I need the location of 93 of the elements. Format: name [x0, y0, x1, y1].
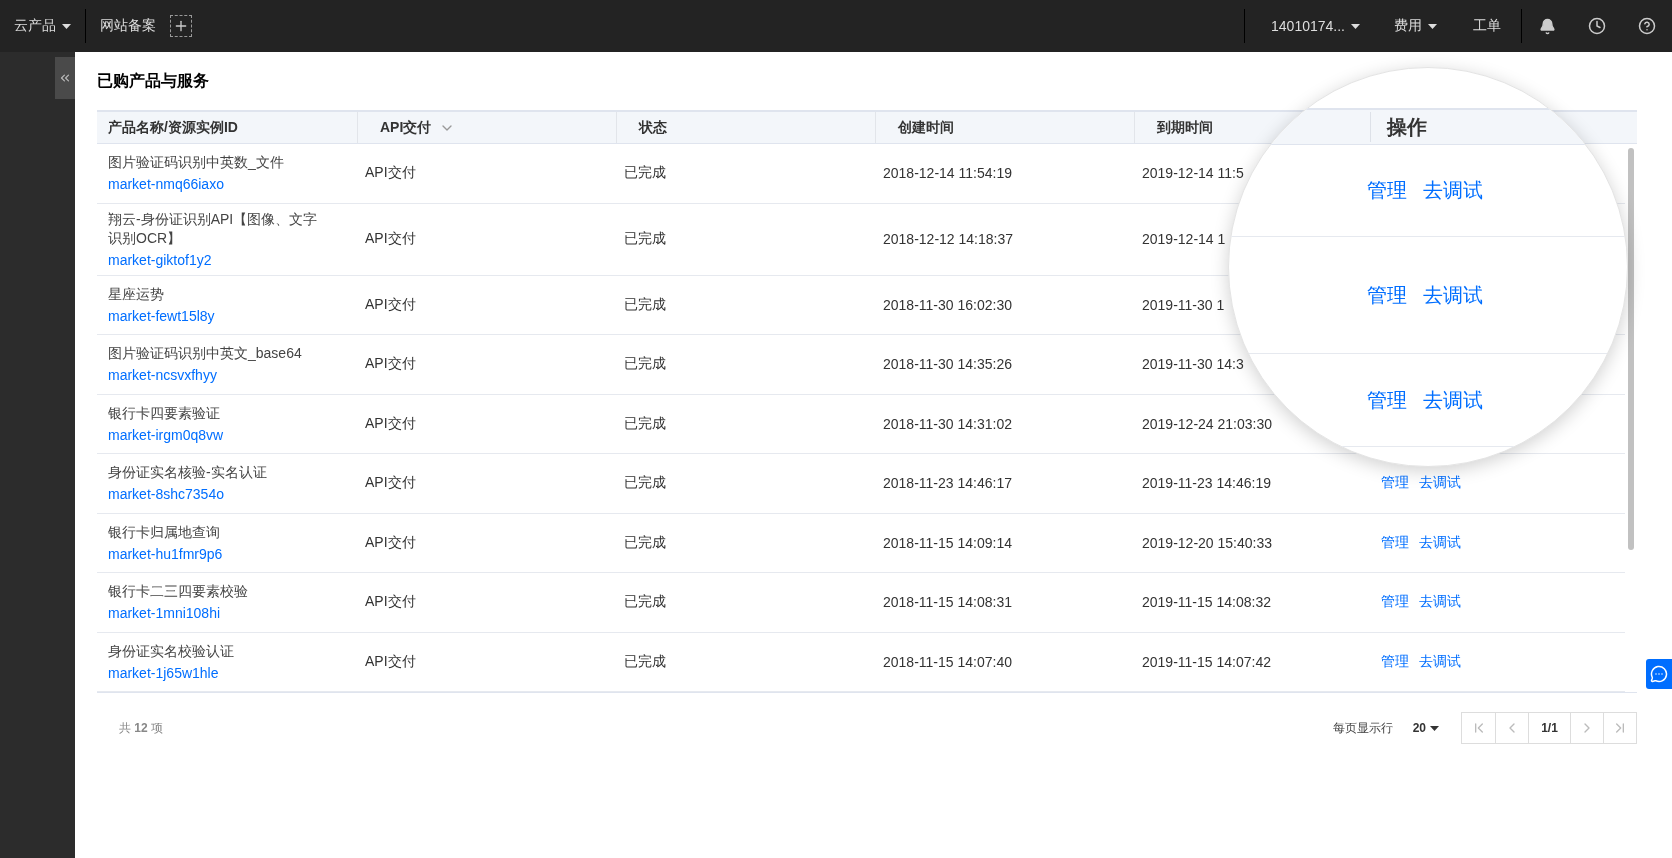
- caret-icon: [62, 23, 71, 29]
- status-cell-text: 已完成: [623, 295, 667, 314]
- page-title: 已购产品与服务: [97, 71, 210, 91]
- created-cell-text: 2018-11-15 14:09:14: [882, 534, 1013, 551]
- scrollbar-thumb[interactable]: [1628, 148, 1634, 550]
- delivery-cell-text: API交付: [364, 652, 417, 671]
- action-link[interactable]: 去调试: [1419, 593, 1461, 612]
- chat-button[interactable]: [1646, 659, 1672, 689]
- instance-id-link[interactable]: market-fewt15l8y: [108, 306, 346, 325]
- created-cell-text: 2018-11-15 14:07:40: [882, 653, 1013, 670]
- expiry-cell-text: 2019-12-14 11:5: [1141, 165, 1245, 182]
- action-link[interactable]: 管理: [1381, 593, 1409, 612]
- double-chevron-icon: [58, 71, 72, 85]
- status-cell-text: 已完成: [623, 230, 667, 248]
- created-cell-text: 2018-11-23 14:46:17: [882, 475, 1013, 492]
- page-size-select[interactable]: 20: [1412, 721, 1439, 735]
- instance-id-link[interactable]: market-nmq66iaxo: [108, 175, 346, 194]
- expiry-cell-text: 2019-11-30 14:3: [1141, 356, 1245, 373]
- status-cell-text: 已完成: [623, 414, 667, 433]
- total-count: 共 12 项: [118, 719, 165, 737]
- action-link[interactable]: 管理: [1367, 281, 1407, 309]
- chat-icon: [1650, 665, 1668, 683]
- status-cell-text: 已完成: [623, 593, 667, 612]
- action-link[interactable]: 去调试: [1423, 177, 1483, 204]
- column-header: 到期时间: [1157, 118, 1213, 137]
- add-icon[interactable]: [170, 15, 192, 37]
- expiry-cell-text: 2019-12-20 15:40:33: [1141, 534, 1273, 551]
- product-name: 星座运势: [108, 284, 165, 304]
- column-header: 创建时间: [898, 118, 954, 137]
- status-cell-text: 已完成: [623, 652, 667, 671]
- action-link[interactable]: 管理: [1367, 386, 1407, 414]
- product-name: 银行卡归属地查询: [108, 522, 221, 542]
- caret-icon: [1430, 725, 1439, 731]
- instance-id-link[interactable]: market-ncsvxfhyy: [108, 366, 346, 385]
- expiry-cell-text: 2019-11-30 1: [1141, 296, 1226, 313]
- action-link[interactable]: 管理: [1367, 177, 1407, 204]
- action-link[interactable]: 去调试: [1419, 652, 1461, 671]
- created-cell-text: 2018-11-30 16:02:30: [882, 296, 1013, 313]
- column-header: 状态: [639, 118, 667, 137]
- product-name: 银行卡二三四要素校验: [108, 582, 249, 602]
- delivery-cell-text: API交付: [364, 355, 417, 374]
- delivery-cell-text: API交付: [364, 164, 417, 183]
- status-cell-text: 已完成: [623, 533, 667, 552]
- expiry-cell-text: 2019-11-23 14:46:19: [1141, 475, 1272, 492]
- column-header: API交付: [380, 118, 432, 137]
- product-name: 翔云-身份证识别API【图像、文字识别OCR】: [108, 209, 319, 248]
- status-cell-text: 已完成: [623, 474, 667, 493]
- delivery-cell-text: API交付: [364, 474, 417, 493]
- product-name: 图片验证码识别中英数_文件: [108, 153, 285, 173]
- delivery-cell-text: API交付: [364, 295, 417, 314]
- account-menu[interactable]: 14010174...: [1245, 18, 1374, 34]
- column-header: 产品名称/资源实例ID: [108, 118, 238, 137]
- status-cell-text: 已完成: [623, 164, 667, 183]
- delivery-cell-text: API交付: [364, 414, 417, 433]
- caret-icon: [1351, 23, 1360, 29]
- instance-id-link[interactable]: market-8shc7354o: [108, 485, 346, 504]
- instance-id-link[interactable]: market-1mni108hi: [108, 604, 346, 623]
- instance-id-link[interactable]: market-irgm0q8vw: [108, 425, 346, 444]
- page-size-label: 每页显示行: [1332, 719, 1393, 737]
- collapse-button[interactable]: [55, 57, 75, 99]
- instance-id-link[interactable]: market-giktof1y2: [108, 250, 346, 269]
- created-cell-text: 2018-12-12 14:18:37: [882, 231, 1014, 247]
- expiry-cell-text: 2019-12-14 1: [1141, 231, 1227, 247]
- delivery-cell-text: API交付: [364, 230, 417, 248]
- action-link[interactable]: 去调试: [1419, 474, 1461, 493]
- instance-id-link[interactable]: market-1j65w1hle: [108, 663, 346, 682]
- column-header: 操作: [1387, 114, 1427, 140]
- product-name: 图片验证码识别中英文_base64: [108, 344, 303, 364]
- product-name: 银行卡四要素验证: [108, 403, 221, 423]
- action-link[interactable]: 去调试: [1423, 281, 1483, 309]
- expiry-cell-text: 2019-12-24 21:03:30: [1141, 415, 1273, 432]
- action-link[interactable]: 去调试: [1419, 533, 1461, 552]
- filing-link[interactable]: 网站备案: [86, 17, 170, 35]
- instance-id-link[interactable]: market-hu1fmr9p6: [108, 544, 346, 563]
- delivery-cell-text: API交付: [364, 533, 417, 552]
- action-link[interactable]: 管理: [1381, 533, 1409, 552]
- caret-icon: [1428, 23, 1437, 29]
- product-menu[interactable]: 云产品: [0, 17, 85, 35]
- action-link[interactable]: 管理: [1381, 652, 1409, 671]
- created-cell-text: 2018-12-14 11:54:19: [882, 165, 1013, 182]
- created-cell-text: 2018-11-15 14:08:31: [882, 594, 1013, 611]
- expiry-cell-text: 2019-11-15 14:08:32: [1141, 594, 1272, 611]
- tickets-link[interactable]: 工单: [1451, 17, 1521, 35]
- billing-menu[interactable]: 费用: [1374, 17, 1451, 35]
- action-link[interactable]: 去调试: [1423, 386, 1483, 414]
- product-name: 身份证实名校验认证: [108, 641, 235, 661]
- created-cell-text: 2018-11-30 14:35:26: [882, 356, 1013, 373]
- action-link[interactable]: 管理: [1381, 474, 1409, 493]
- expiry-cell-text: 2019-11-15 14:07:42: [1141, 653, 1272, 670]
- status-cell-text: 已完成: [623, 355, 667, 374]
- delivery-cell-text: API交付: [364, 593, 417, 612]
- created-cell-text: 2018-11-30 14:31:02: [882, 415, 1013, 432]
- product-name: 身份证实名核验-实名认证: [108, 463, 268, 483]
